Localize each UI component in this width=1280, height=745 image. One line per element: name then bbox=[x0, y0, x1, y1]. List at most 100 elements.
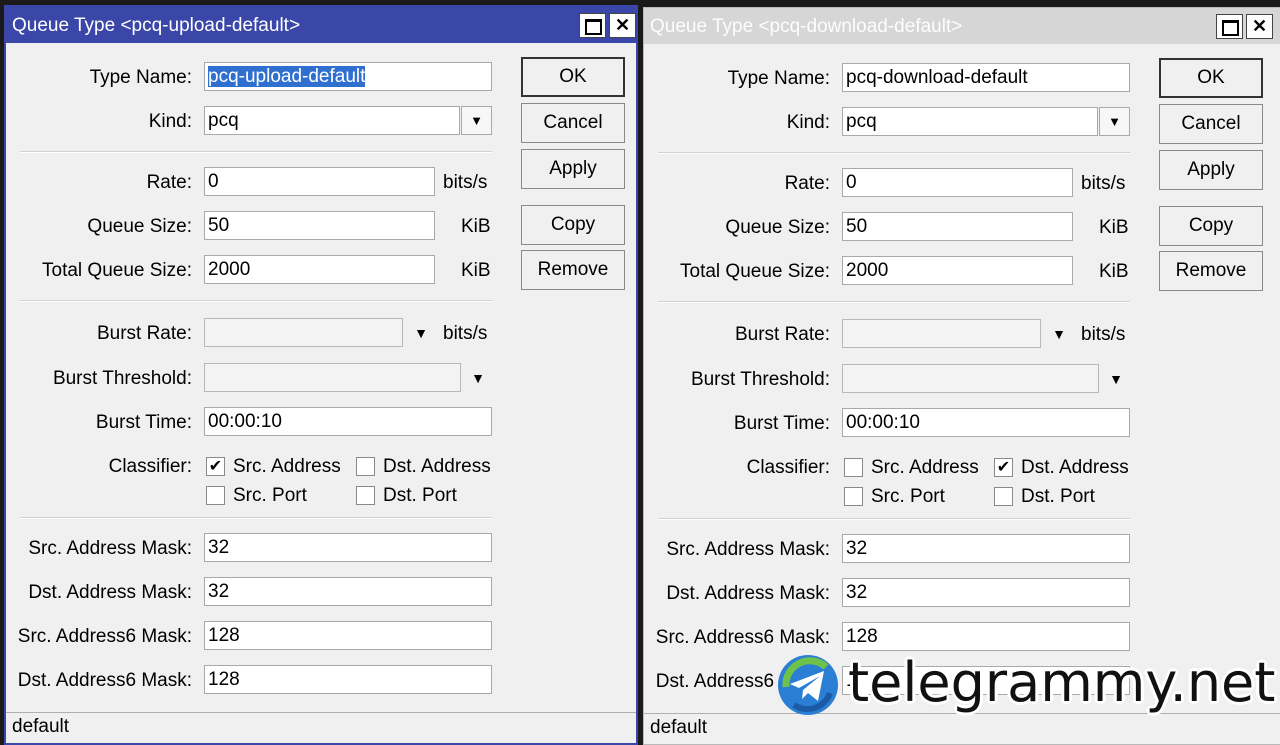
burst-rate-unit: bits/s bbox=[1081, 324, 1126, 345]
rate-label: Rate: bbox=[784, 173, 830, 194]
dst-port-checkbox[interactable] bbox=[994, 487, 1013, 506]
window-title: Queue Type <pcq-download-default> bbox=[650, 16, 963, 37]
src-address-checkbox-label[interactable]: Src. Address bbox=[871, 457, 979, 479]
src-address-checkbox[interactable]: ✔ bbox=[206, 457, 225, 476]
queue-size-input[interactable]: 50 bbox=[204, 211, 435, 240]
src-port-checkbox[interactable] bbox=[206, 486, 225, 505]
dst-address-mask-input[interactable]: 32 bbox=[842, 578, 1130, 607]
copy-button[interactable]: Copy bbox=[521, 205, 625, 245]
dst-address-checkbox[interactable]: ✔ bbox=[994, 458, 1013, 477]
src-address-mask-label: Src. Address Mask: bbox=[28, 538, 192, 559]
apply-button[interactable]: Apply bbox=[521, 149, 625, 189]
divider bbox=[658, 152, 1130, 154]
close-icon[interactable] bbox=[609, 13, 636, 38]
watermark-text: telegrammy.net bbox=[848, 651, 1276, 714]
total-queue-size-label: Total Queue Size: bbox=[42, 260, 192, 281]
classifier-label: Classifier: bbox=[746, 457, 830, 478]
kind-select[interactable]: pcq bbox=[842, 107, 1098, 136]
cancel-button[interactable]: Cancel bbox=[521, 103, 625, 143]
dropdown-arrow-icon[interactable]: ▼ bbox=[1099, 107, 1130, 136]
src-address6-mask-label: Src. Address6 Mask: bbox=[655, 627, 830, 648]
burst-time-input[interactable]: 00:00:10 bbox=[842, 408, 1130, 437]
rate-input[interactable]: 0 bbox=[204, 167, 435, 196]
kind-select[interactable]: pcq bbox=[204, 106, 460, 135]
classifier-label: Classifier: bbox=[108, 456, 192, 477]
rate-unit: bits/s bbox=[1081, 173, 1126, 194]
remove-button[interactable]: Remove bbox=[521, 250, 625, 290]
dst-address6-mask-label: Dst. Address6 Mask: bbox=[17, 670, 192, 691]
total-queue-size-input[interactable]: 2000 bbox=[204, 255, 435, 284]
divider bbox=[658, 301, 1130, 303]
queue-size-label: Queue Size: bbox=[725, 217, 830, 238]
burst-threshold-input[interactable] bbox=[842, 364, 1099, 393]
form-area: Type Name: pcq-download-default Kind: pc… bbox=[644, 44, 1280, 714]
dst-address-checkbox-label[interactable]: Dst. Address bbox=[383, 456, 491, 478]
telegram-logo-icon bbox=[778, 655, 838, 715]
src-address-mask-input[interactable]: 32 bbox=[204, 533, 492, 562]
dst-port-checkbox-label[interactable]: Dst. Port bbox=[383, 485, 457, 507]
dst-port-checkbox-label[interactable]: Dst. Port bbox=[1021, 486, 1095, 508]
src-address-checkbox-label[interactable]: Src. Address bbox=[233, 456, 341, 478]
queue-size-unit: KiB bbox=[461, 216, 491, 237]
dst-address6-mask-input[interactable]: 128 bbox=[204, 665, 492, 694]
copy-button[interactable]: Copy bbox=[1159, 206, 1263, 246]
src-address-mask-input[interactable]: 32 bbox=[842, 534, 1130, 563]
dropdown-arrow-icon[interactable]: ▼ bbox=[461, 106, 492, 135]
window-titlebar[interactable]: Queue Type <pcq-download-default> bbox=[644, 8, 1280, 44]
divider bbox=[658, 518, 1130, 520]
ok-button[interactable]: OK bbox=[521, 57, 625, 97]
ok-button[interactable]: OK bbox=[1159, 58, 1263, 98]
maximize-icon[interactable] bbox=[1216, 14, 1243, 39]
burst-threshold-input[interactable] bbox=[204, 363, 461, 392]
burst-threshold-label: Burst Threshold: bbox=[52, 368, 192, 389]
dropdown-arrow-icon[interactable]: ▼ bbox=[467, 368, 489, 388]
total-queue-size-unit: KiB bbox=[1099, 261, 1129, 282]
type-name-label: Type Name: bbox=[727, 68, 830, 89]
total-queue-size-input[interactable]: 2000 bbox=[842, 256, 1073, 285]
dst-address-mask-input[interactable]: 32 bbox=[204, 577, 492, 606]
checkmark-icon: ✔ bbox=[208, 458, 223, 475]
src-address6-mask-input[interactable]: 128 bbox=[842, 622, 1130, 651]
remove-button[interactable]: Remove bbox=[1159, 251, 1263, 291]
src-port-checkbox-label[interactable]: Src. Port bbox=[233, 485, 307, 507]
total-queue-size-label: Total Queue Size: bbox=[680, 261, 830, 282]
dst-address-checkbox[interactable] bbox=[356, 457, 375, 476]
window-titlebar[interactable]: Queue Type <pcq-upload-default> bbox=[6, 7, 636, 43]
src-port-checkbox-label[interactable]: Src. Port bbox=[871, 486, 945, 508]
burst-rate-label: Burst Rate: bbox=[96, 323, 192, 344]
cancel-button[interactable]: Cancel bbox=[1159, 104, 1263, 144]
burst-time-label: Burst Time: bbox=[95, 412, 192, 433]
kind-label: Kind: bbox=[786, 112, 830, 133]
close-icon[interactable] bbox=[1246, 14, 1273, 39]
divider bbox=[20, 151, 492, 153]
window-title: Queue Type <pcq-upload-default> bbox=[12, 15, 301, 36]
dst-port-checkbox[interactable] bbox=[356, 486, 375, 505]
dropdown-arrow-icon[interactable]: ▼ bbox=[410, 323, 432, 343]
queue-size-label: Queue Size: bbox=[87, 216, 192, 237]
dst-address-mask-label: Dst. Address Mask: bbox=[28, 582, 192, 603]
maximize-icon[interactable] bbox=[579, 13, 606, 38]
queue-type-window-download: Queue Type <pcq-download-default> Type N… bbox=[643, 7, 1280, 745]
rate-unit: bits/s bbox=[443, 172, 488, 193]
queue-type-window-upload: Queue Type <pcq-upload-default> Type Nam… bbox=[4, 5, 638, 745]
rate-label: Rate: bbox=[146, 172, 192, 193]
src-address-checkbox[interactable] bbox=[844, 458, 863, 477]
queue-size-unit: KiB bbox=[1099, 217, 1129, 238]
type-name-input[interactable]: pcq-download-default bbox=[842, 63, 1130, 92]
watermark: telegrammy.net bbox=[776, 651, 1276, 719]
queue-size-input[interactable]: 50 bbox=[842, 212, 1073, 241]
src-address6-mask-input[interactable]: 128 bbox=[204, 621, 492, 650]
burst-time-input[interactable]: 00:00:10 bbox=[204, 407, 492, 436]
dropdown-arrow-icon[interactable]: ▼ bbox=[1048, 324, 1070, 344]
apply-button[interactable]: Apply bbox=[1159, 150, 1263, 190]
dst-address-checkbox-label[interactable]: Dst. Address bbox=[1021, 457, 1129, 479]
dropdown-arrow-icon[interactable]: ▼ bbox=[1105, 369, 1127, 389]
type-name-input[interactable]: pcq-upload-default bbox=[204, 62, 492, 91]
total-queue-size-unit: KiB bbox=[461, 260, 491, 281]
burst-rate-label: Burst Rate: bbox=[734, 324, 830, 345]
src-port-checkbox[interactable] bbox=[844, 487, 863, 506]
divider bbox=[20, 517, 492, 519]
rate-input[interactable]: 0 bbox=[842, 168, 1073, 197]
burst-rate-input[interactable] bbox=[842, 319, 1041, 348]
burst-rate-input[interactable] bbox=[204, 318, 403, 347]
